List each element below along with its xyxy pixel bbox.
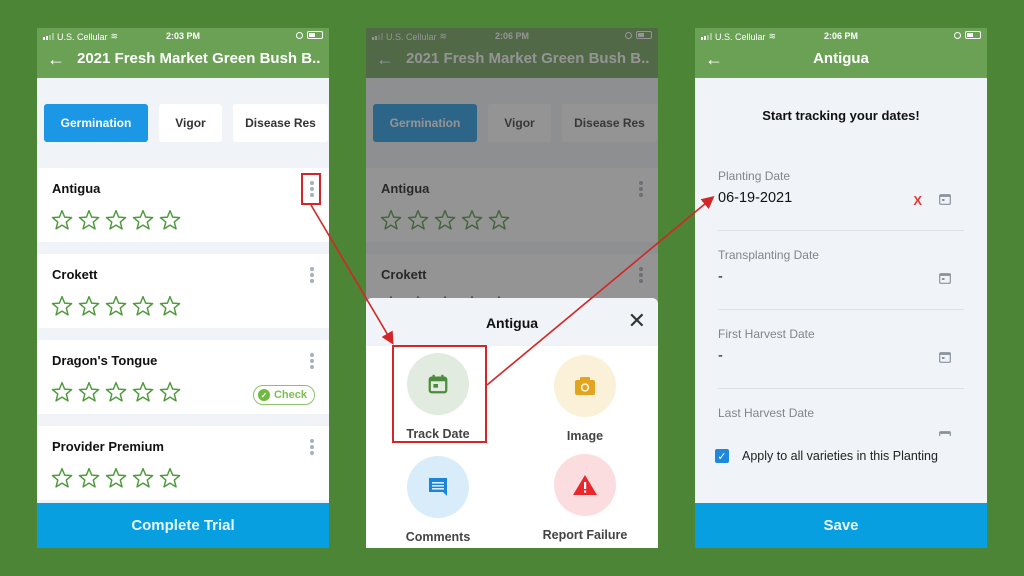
camera-icon xyxy=(575,377,595,395)
star-icon[interactable] xyxy=(105,467,127,489)
field-label: Planting Date xyxy=(718,169,791,183)
apply-all-label: Apply to all varieties in this Planting xyxy=(742,449,938,463)
report-failure-action[interactable]: Report Failure xyxy=(530,454,640,542)
close-icon[interactable]: ✕ xyxy=(628,310,646,332)
track-date-highlight xyxy=(392,345,487,443)
comments-circle xyxy=(407,456,469,518)
field-value[interactable]: 06-19-2021 xyxy=(718,190,792,206)
track-heading: Start tracking your dates! xyxy=(762,108,920,123)
field-value[interactable]: - xyxy=(718,348,723,364)
star-icon[interactable] xyxy=(51,467,73,489)
apply-all-checkbox[interactable]: ✓ xyxy=(715,449,729,463)
complete-trial-button[interactable]: Complete Trial xyxy=(37,503,329,548)
variety-card: Provider Premium xyxy=(37,426,329,500)
star-icon[interactable] xyxy=(159,467,181,489)
variety-name: Dragon's Tongue xyxy=(52,353,158,368)
sheet-title: Antigua xyxy=(485,315,539,331)
last-harvest-date-field[interactable]: Last Harvest Date xyxy=(718,406,964,436)
star-icon[interactable] xyxy=(132,295,154,317)
variety-name: Provider Premium xyxy=(52,439,164,454)
page-title: Antigua xyxy=(813,50,869,67)
more-options-highlight xyxy=(301,173,321,205)
tab-vigor[interactable]: Vigor xyxy=(159,104,222,142)
calendar-icon[interactable] xyxy=(939,193,951,205)
star-icon[interactable] xyxy=(78,209,100,231)
first-harvest-date-field[interactable]: First Harvest Date - xyxy=(718,327,964,389)
status-bar: U.S. Cellular ≋ 2:03 PM xyxy=(37,28,329,44)
star-icon[interactable] xyxy=(51,209,73,231)
variety-name: Antigua xyxy=(52,181,101,196)
star-rating[interactable] xyxy=(51,381,181,403)
more-options-icon[interactable] xyxy=(309,267,315,283)
star-icon[interactable] xyxy=(78,467,100,489)
calendar-icon[interactable] xyxy=(939,272,951,284)
app-bar: U.S. Cellular ≋ 2:06 PM ← Antigua xyxy=(695,28,987,78)
comment-icon xyxy=(429,478,447,496)
more-options-icon[interactable] xyxy=(309,439,315,455)
calendar-icon[interactable] xyxy=(939,351,951,363)
orientation-lock-icon xyxy=(296,31,303,39)
page-title: 2021 Fresh Market Green Bush B... xyxy=(77,50,321,67)
field-label: First Harvest Date xyxy=(718,327,815,341)
field-label: Transplanting Date xyxy=(718,248,819,262)
image-circle xyxy=(554,355,616,417)
star-rating[interactable] xyxy=(51,209,181,231)
star-icon[interactable] xyxy=(159,209,181,231)
check-circle-icon: ✓ xyxy=(257,389,270,401)
variety-name: Crokett xyxy=(52,267,98,282)
screen-track-dates: U.S. Cellular ≋ 2:06 PM ← Antigua Start t… xyxy=(695,28,987,548)
screen-variety-actions: U.S. Cellular≋ 2:06 PM ← 2021 Fresh Mark… xyxy=(366,28,658,548)
transplanting-date-field[interactable]: Transplanting Date - xyxy=(718,248,964,310)
star-rating[interactable] xyxy=(51,295,181,317)
comments-label: Comments xyxy=(405,530,471,544)
report-failure-circle xyxy=(554,454,616,516)
rating-tabs: Germination Vigor Disease Res xyxy=(44,104,328,142)
image-label: Image xyxy=(566,429,604,443)
battery-icon xyxy=(965,31,981,39)
variety-card: Antigua xyxy=(37,168,329,242)
battery-icon xyxy=(307,31,323,39)
star-icon[interactable] xyxy=(132,209,154,231)
apply-all-row[interactable]: ✓ Apply to all varieties in this Plantin… xyxy=(715,449,938,463)
tab-germination[interactable]: Germination xyxy=(44,104,148,142)
more-options-icon[interactable] xyxy=(309,353,315,369)
screen-trial-ratings: U.S. Cellular ≋ 2:03 PM ← 2021 Fresh Mark… xyxy=(37,28,329,548)
star-icon[interactable] xyxy=(105,209,127,231)
star-icon[interactable] xyxy=(78,381,100,403)
planting-date-field[interactable]: Planting Date 06-19-2021 X xyxy=(718,169,964,231)
star-icon[interactable] xyxy=(159,295,181,317)
status-time: 2:06 PM xyxy=(823,31,858,41)
star-icon[interactable] xyxy=(105,381,127,403)
star-icon[interactable] xyxy=(78,295,100,317)
status-bar: U.S. Cellular≋ 2:06 PM xyxy=(695,28,987,44)
star-icon[interactable] xyxy=(132,467,154,489)
orientation-lock-icon xyxy=(954,31,961,39)
tab-disease-res[interactable]: Disease Res xyxy=(233,104,328,142)
star-icon[interactable] xyxy=(105,295,127,317)
star-rating[interactable] xyxy=(51,467,181,489)
save-button[interactable]: Save xyxy=(695,503,987,548)
star-icon[interactable] xyxy=(132,381,154,403)
status-time: 2:03 PM xyxy=(165,31,200,41)
report-failure-label: Report Failure xyxy=(542,528,628,542)
comments-action[interactable]: Comments xyxy=(383,456,493,544)
star-icon[interactable] xyxy=(159,381,181,403)
star-icon[interactable] xyxy=(51,295,73,317)
check-badge[interactable]: ✓ Check xyxy=(252,385,315,405)
image-action[interactable]: Image xyxy=(530,355,640,443)
warning-icon xyxy=(573,475,597,495)
calendar-icon[interactable] xyxy=(939,430,951,436)
app-bar: U.S. Cellular ≋ 2:03 PM ← 2021 Fresh Mark… xyxy=(37,28,329,78)
variety-card: Crokett xyxy=(37,254,329,328)
variety-card: Dragon's Tongue ✓ Check xyxy=(37,340,329,414)
field-value[interactable]: - xyxy=(718,269,723,285)
clear-date-icon[interactable]: X xyxy=(913,193,922,208)
check-badge-label: Check xyxy=(273,389,307,401)
field-label: Last Harvest Date xyxy=(718,406,815,420)
back-arrow-icon[interactable]: ← xyxy=(47,50,65,68)
star-icon[interactable] xyxy=(51,381,73,403)
